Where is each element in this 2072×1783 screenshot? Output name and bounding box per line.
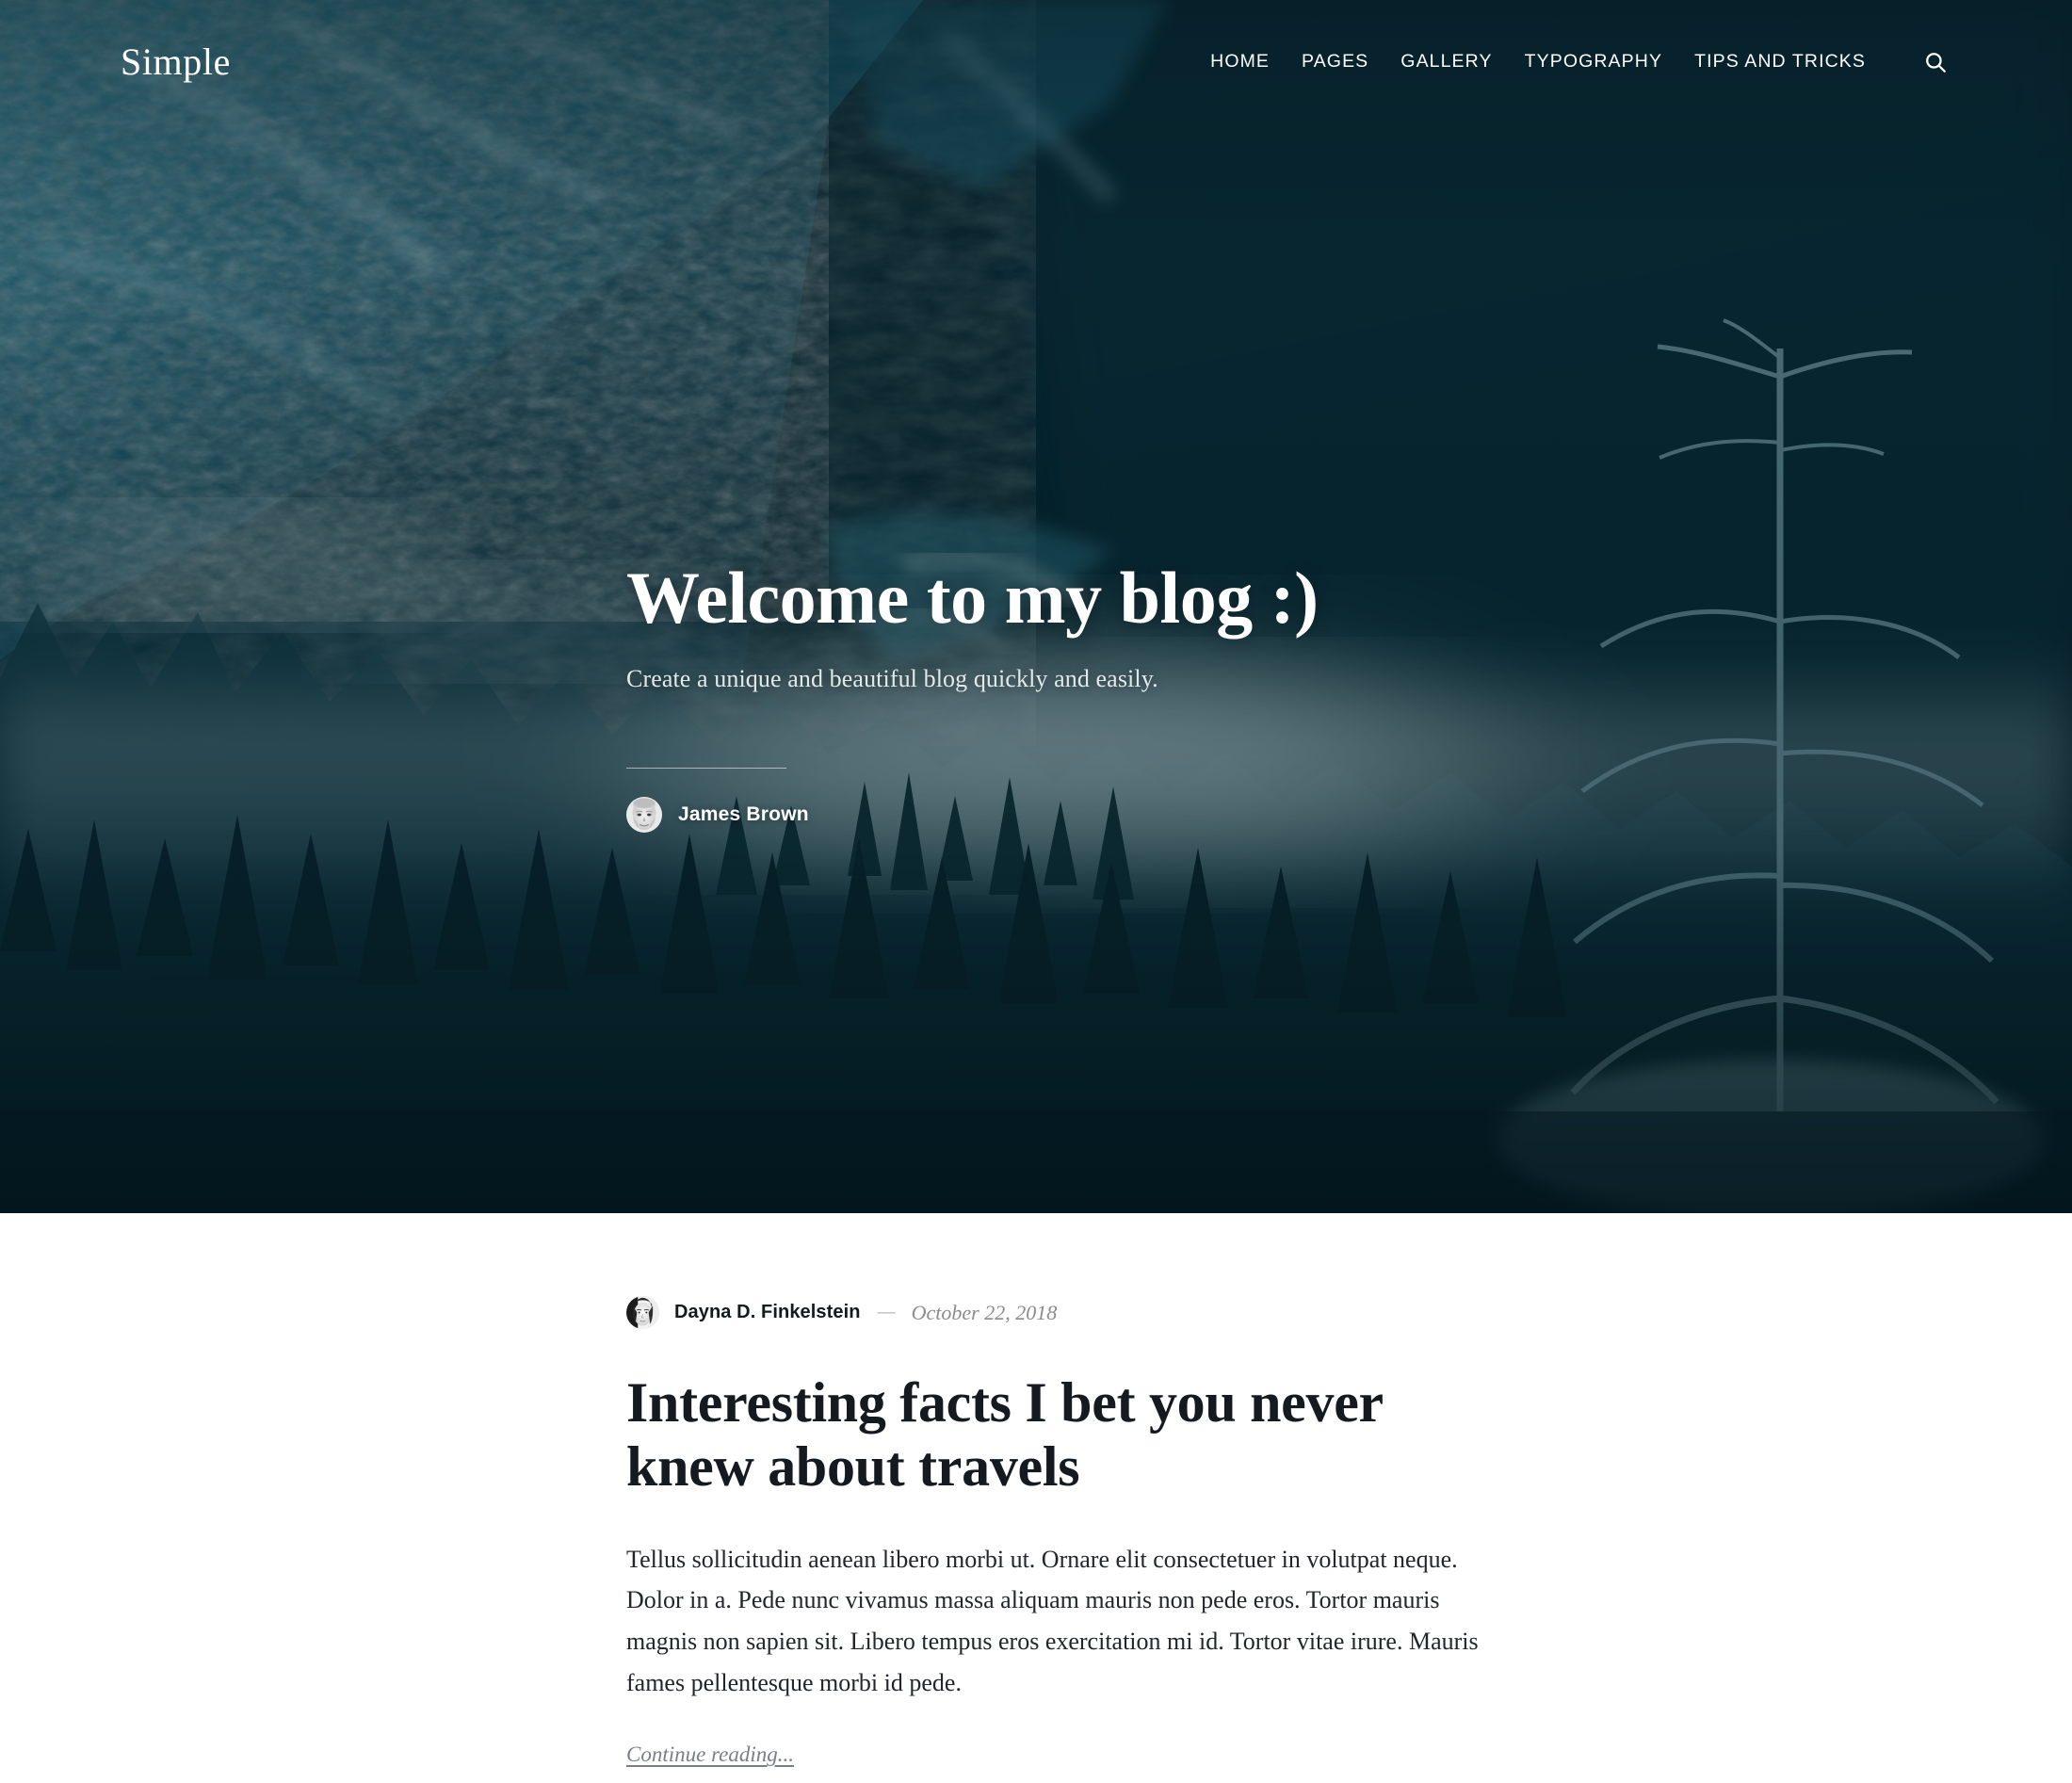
blog-post: Dayna D. Finkelstein — October 22, 2018 … xyxy=(626,1296,1512,1767)
continue-reading-link[interactable]: Continue reading... xyxy=(626,1742,794,1767)
search-button[interactable] xyxy=(1919,46,1951,78)
hero-subtitle: Create a unique and beautiful blog quick… xyxy=(626,664,1158,692)
nav-item-typography[interactable]: TYPOGRAPHY xyxy=(1509,53,1678,72)
hero-section: Simple HOME PAGES GALLERY TYPOGRAPHY TIP… xyxy=(0,0,2072,1213)
post-meta-separator: — xyxy=(877,1302,896,1322)
nav-item-pages[interactable]: PAGES xyxy=(1286,53,1384,72)
nav-item-home[interactable]: HOME xyxy=(1194,53,1286,72)
post-author-name[interactable]: Dayna D. Finkelstein xyxy=(674,1302,861,1323)
post-author-avatar xyxy=(626,1296,659,1329)
nav-item-tips-and-tricks[interactable]: TIPS AND TRICKS xyxy=(1678,53,1882,72)
post-excerpt: Tellus sollicitudin aenean libero morbi … xyxy=(626,1545,1479,1696)
hero-author-name: James Brown xyxy=(678,803,809,825)
hero-content: Welcome to my blog :) Create a unique an… xyxy=(626,0,1662,1213)
search-icon xyxy=(1923,50,1948,74)
hero-author-byline[interactable]: James Brown xyxy=(626,797,1662,833)
post-date: October 22, 2018 xyxy=(911,1300,1058,1324)
site-logo[interactable]: Simple xyxy=(121,43,231,81)
post-title[interactable]: Interesting facts I bet you never knew a… xyxy=(626,1371,1436,1499)
main-navigation: HOME PAGES GALLERY TYPOGRAPHY TIPS AND T… xyxy=(1194,46,1951,78)
nav-item-gallery[interactable]: GALLERY xyxy=(1384,53,1508,72)
main-content: Dayna D. Finkelstein — October 22, 2018 … xyxy=(0,1213,2072,1768)
site-header: Simple HOME PAGES GALLERY TYPOGRAPHY TIP… xyxy=(0,0,2072,124)
hero-divider xyxy=(626,768,786,769)
post-meta: Dayna D. Finkelstein — October 22, 2018 xyxy=(626,1296,1512,1329)
hero-title: Welcome to my blog :) xyxy=(626,556,1319,639)
hero-author-avatar xyxy=(626,797,662,833)
